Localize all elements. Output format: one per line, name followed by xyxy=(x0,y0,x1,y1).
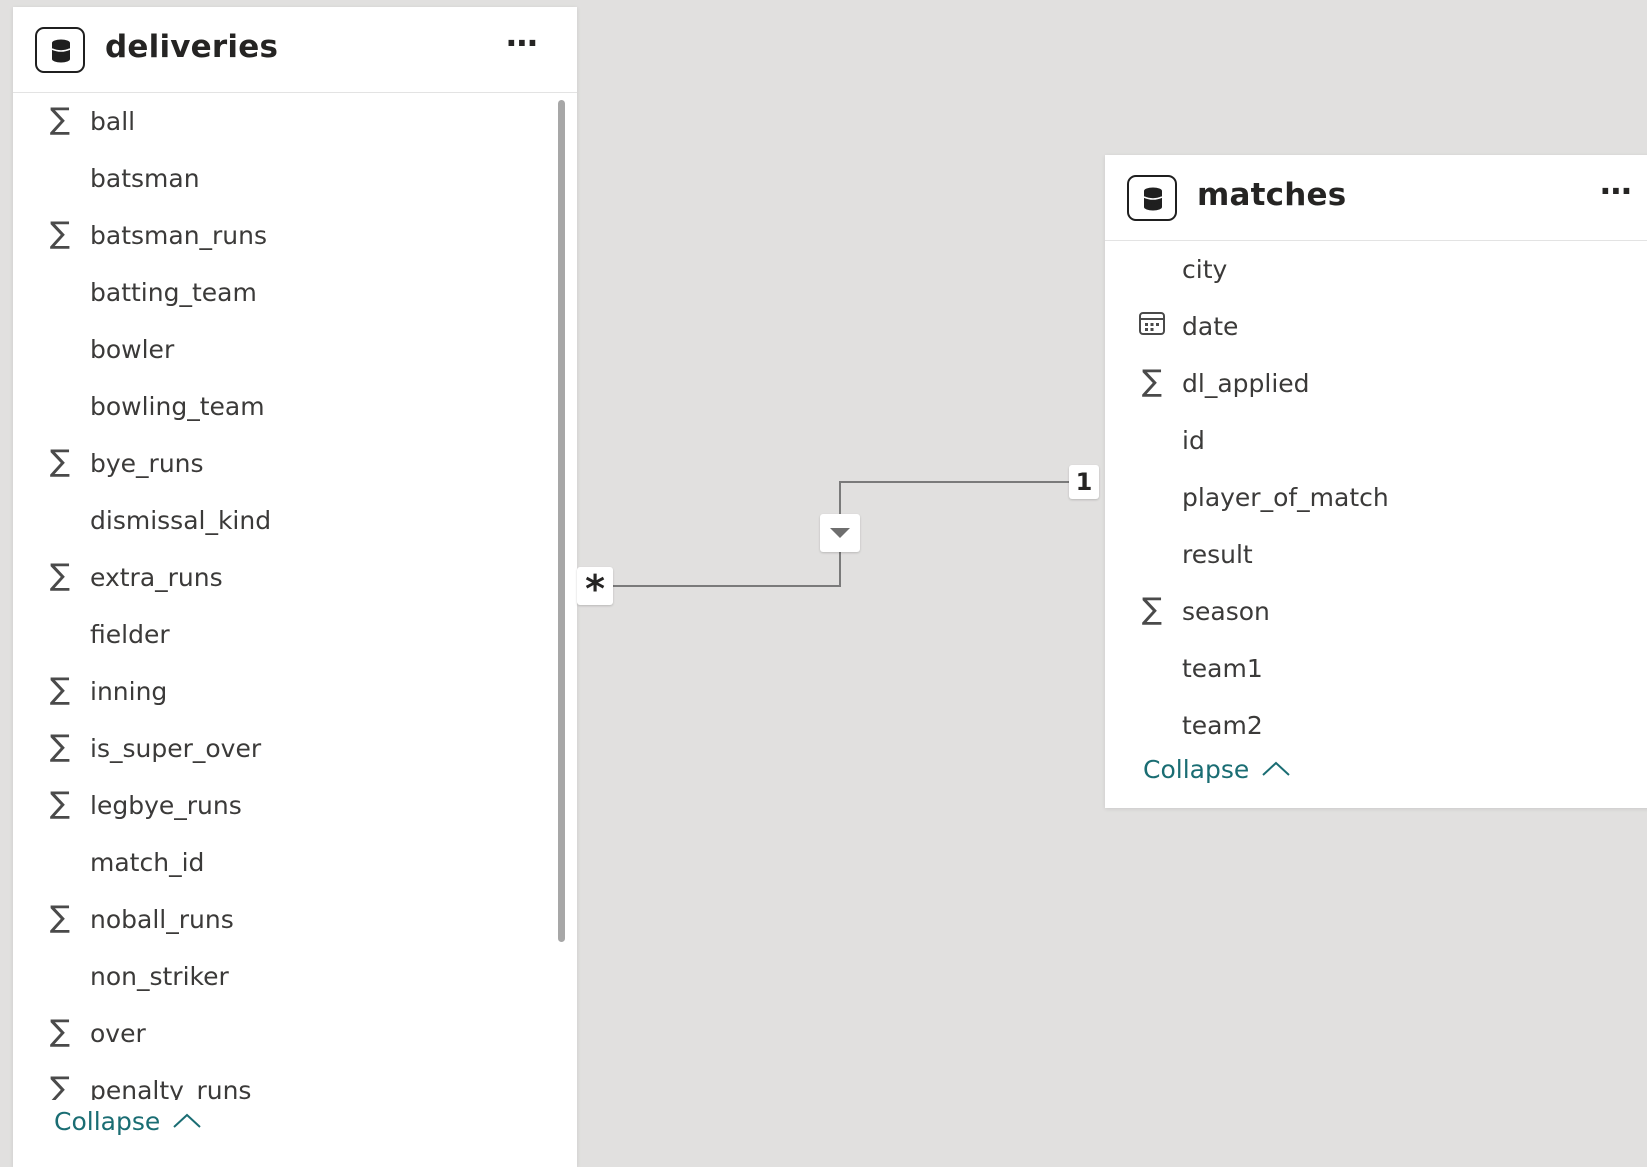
field-name: legbye_runs xyxy=(90,791,242,820)
field-name: season xyxy=(1182,597,1270,626)
field-row[interactable]: ∑ over xyxy=(13,1005,577,1062)
field-name: non_striker xyxy=(90,962,229,991)
field-name: result xyxy=(1182,540,1253,569)
field-row[interactable]: ∑ season xyxy=(1105,583,1647,640)
sum-icon: ∑ xyxy=(49,729,71,764)
collapse-button[interactable]: Collapse xyxy=(1143,755,1291,784)
field-row[interactable]: dismissal_kind xyxy=(13,492,577,549)
sum-icon: ∑ xyxy=(49,216,71,251)
field-name: inning xyxy=(90,677,168,706)
field-row[interactable]: player_of_match xyxy=(1105,469,1647,526)
table-title: deliveries xyxy=(105,29,279,65)
field-row[interactable]: bowling_team xyxy=(13,378,577,435)
field-name: batting_team xyxy=(90,278,257,307)
field-row[interactable]: ∑ penalty_runs xyxy=(13,1062,577,1101)
field-row[interactable]: ∑ ball xyxy=(13,93,577,150)
scrollbar[interactable] xyxy=(558,100,565,942)
field-name: is_super_over xyxy=(90,734,262,763)
field-name: fielder xyxy=(90,620,170,649)
field-row[interactable]: non_striker xyxy=(13,948,577,1005)
field-row[interactable]: result xyxy=(1105,526,1647,583)
sum-icon: ∑ xyxy=(49,444,71,479)
field-name: extra_runs xyxy=(90,563,223,592)
field-name: dl_applied xyxy=(1182,369,1310,398)
field-row[interactable]: ∑ is_super_over xyxy=(13,720,577,777)
chevron-up-icon xyxy=(1262,761,1290,776)
field-name: bye_runs xyxy=(90,449,204,478)
table-title: matches xyxy=(1197,177,1347,213)
field-row[interactable]: city xyxy=(1105,241,1647,298)
sum-icon: ∑ xyxy=(49,558,71,593)
field-row[interactable]: ∑ bye_runs xyxy=(13,435,577,492)
field-row[interactable]: id xyxy=(1105,412,1647,469)
field-row[interactable]: ∑ noball_runs xyxy=(13,891,577,948)
table-icon xyxy=(35,27,85,73)
field-name: id xyxy=(1182,426,1205,455)
sum-icon: ∑ xyxy=(49,1071,71,1101)
field-row[interactable]: fielder xyxy=(13,606,577,663)
sum-icon: ∑ xyxy=(49,786,71,821)
field-row[interactable]: ∑ inning xyxy=(13,663,577,720)
field-row[interactable]: batsman xyxy=(13,150,577,207)
field-row[interactable]: ∑ dl_applied xyxy=(1105,355,1647,412)
field-name: over xyxy=(90,1019,146,1048)
filter-direction-icon[interactable] xyxy=(820,514,860,552)
field-list-deliveries: ∑ ball batsman ∑ batsman_runs batting_teambow… xyxy=(13,93,577,1101)
field-row[interactable]: team1 xyxy=(1105,640,1647,697)
table-header-matches[interactable]: matches ⋯ xyxy=(1105,155,1647,241)
field-row[interactable]: ∑ extra_runs xyxy=(13,549,577,606)
field-name: team2 xyxy=(1182,711,1263,740)
field-name: city xyxy=(1182,255,1228,284)
chevron-up-icon xyxy=(173,1113,201,1128)
field-name: dismissal_kind xyxy=(90,506,272,535)
collapse-button[interactable]: Collapse xyxy=(54,1107,202,1136)
sum-icon: ∑ xyxy=(49,1014,71,1049)
field-name: batsman xyxy=(90,164,200,193)
field-row[interactable]: date xyxy=(1105,298,1647,355)
field-name: penalty_runs xyxy=(90,1076,252,1100)
sum-icon: ∑ xyxy=(1141,364,1163,399)
field-row[interactable]: ∑ legbye_runs xyxy=(13,777,577,834)
table-icon xyxy=(1127,175,1177,221)
field-row[interactable]: ∑ batsman_runs xyxy=(13,207,577,264)
table-card-matches[interactable]: matches ⋯ city date ∑ dl_appliedid player_of… xyxy=(1105,155,1647,808)
field-name: ball xyxy=(90,107,136,136)
field-name: match_id xyxy=(90,848,205,877)
sum-icon: ∑ xyxy=(49,672,71,707)
field-row[interactable]: batting_team xyxy=(13,264,577,321)
sum-icon: ∑ xyxy=(49,102,71,137)
field-name: team1 xyxy=(1182,654,1263,683)
cardinality-many-label: * xyxy=(577,567,613,611)
field-name: date xyxy=(1182,312,1239,341)
more-options-icon[interactable]: ⋯ xyxy=(506,27,539,59)
sum-icon: ∑ xyxy=(1141,592,1163,627)
more-options-icon[interactable]: ⋯ xyxy=(1600,175,1633,207)
field-name: bowling_team xyxy=(90,392,265,421)
collapse-label: Collapse xyxy=(1143,755,1250,784)
table-header-deliveries[interactable]: deliveries ⋯ xyxy=(13,7,577,93)
field-row[interactable]: bowler xyxy=(13,321,577,378)
field-list-matches: city date ∑ dl_appliedid player_of_matchresu… xyxy=(1105,241,1647,754)
sum-icon: ∑ xyxy=(49,900,71,935)
field-name: noball_runs xyxy=(90,905,234,934)
cardinality-one-label: 1 xyxy=(1069,465,1099,499)
field-row[interactable]: match_id xyxy=(13,834,577,891)
field-name: player_of_match xyxy=(1182,483,1389,512)
field-name: batsman_runs xyxy=(90,221,268,250)
collapse-label: Collapse xyxy=(54,1107,161,1136)
field-row[interactable]: team2 xyxy=(1105,697,1647,754)
field-name: bowler xyxy=(90,335,175,364)
calendar-icon xyxy=(1137,310,1167,340)
table-card-deliveries[interactable]: deliveries ⋯ ∑ ball batsman ∑ batsman_runsba… xyxy=(13,7,577,1167)
